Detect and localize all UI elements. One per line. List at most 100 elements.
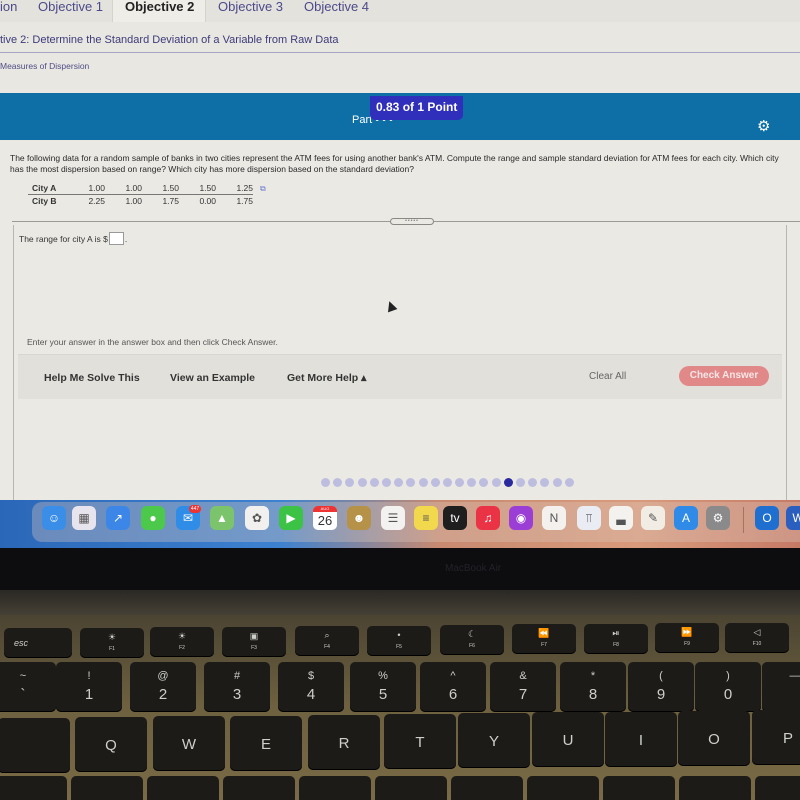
progress-dot[interactable] xyxy=(394,478,404,487)
key-home-row[interactable] xyxy=(755,776,800,800)
key-home-row[interactable] xyxy=(0,776,67,800)
key-home-row[interactable] xyxy=(71,776,143,800)
key-f7[interactable]: ⏪ F7 xyxy=(512,624,576,655)
progress-dot[interactable] xyxy=(406,478,416,487)
key-home-row[interactable] xyxy=(147,776,219,800)
key-f10[interactable]: ◁ F10 xyxy=(725,622,789,653)
key-f3[interactable]: ▣ F3 xyxy=(222,626,286,657)
key-f1[interactable]: ☀ F1 xyxy=(80,628,144,658)
key-6[interactable]: ^ 6 xyxy=(420,662,486,712)
key-r[interactable]: R xyxy=(308,714,380,770)
progress-dot[interactable] xyxy=(430,478,440,487)
settings-gear-icon[interactable]: ⚙ xyxy=(757,119,772,134)
key-home-row[interactable] xyxy=(223,776,295,800)
divider-drag-handle[interactable]: ••••• xyxy=(390,218,434,225)
key-f9[interactable]: ⏩ F9 xyxy=(655,623,719,654)
key-tab[interactable] xyxy=(0,718,70,773)
key-home-row[interactable] xyxy=(299,776,371,800)
progress-dot-current[interactable] xyxy=(503,478,513,487)
dock-podcasts-icon[interactable]: ◉ xyxy=(509,506,533,530)
dock-contacts-icon[interactable]: ☻ xyxy=(347,506,371,530)
key-8[interactable]: * 8 xyxy=(560,662,626,712)
tab-objective-2[interactable]: Objective 2 xyxy=(112,0,206,22)
dock-music-icon[interactable]: ♫ xyxy=(476,506,500,530)
key-home-row[interactable] xyxy=(375,776,447,800)
key-3[interactable]: #3 xyxy=(204,662,270,712)
dock-outlook-icon[interactable]: O xyxy=(755,506,779,530)
key-t[interactable]: T xyxy=(384,714,456,769)
dock-facetime-icon[interactable]: ▶ xyxy=(279,506,303,530)
key-home-row[interactable] xyxy=(679,776,751,800)
key-1[interactable]: ! 1 xyxy=(56,662,122,712)
dock-news-icon[interactable]: N xyxy=(542,506,566,530)
progress-dot[interactable] xyxy=(491,478,501,487)
clear-all-button[interactable]: Clear All xyxy=(589,371,626,382)
tab-objective-3[interactable]: Objective 3 xyxy=(206,0,292,22)
tab-objective-1[interactable]: Objective 1 xyxy=(26,0,112,22)
key-minus[interactable]: — xyxy=(762,662,800,712)
progress-dot[interactable] xyxy=(528,478,538,487)
key-u[interactable]: U xyxy=(532,712,604,768)
dock-pages-icon[interactable]: ✎ xyxy=(641,506,665,530)
key-f2[interactable]: ☀ F2 xyxy=(150,627,214,658)
key-e[interactable]: E xyxy=(230,715,302,771)
copy-data-icon[interactable]: ⧉ xyxy=(260,184,266,194)
progress-dot[interactable] xyxy=(381,478,391,487)
view-example-button[interactable]: View an Example xyxy=(170,372,255,384)
key-4[interactable]: $4 xyxy=(278,662,344,712)
help-me-solve-button[interactable]: Help Me Solve This xyxy=(44,372,140,384)
key-0[interactable]: ) 0 xyxy=(695,662,761,712)
progress-dot[interactable] xyxy=(345,478,355,487)
key-f4[interactable]: ⌕ F4 xyxy=(295,626,359,657)
get-more-help-button[interactable]: Get More Help ▴ xyxy=(287,372,366,384)
key-5[interactable]: % 5 xyxy=(350,662,416,712)
progress-dot[interactable] xyxy=(479,478,489,487)
progress-dot[interactable] xyxy=(467,478,477,487)
progress-dot[interactable] xyxy=(564,478,574,487)
progress-dot[interactable] xyxy=(552,478,562,487)
dock-photos-icon[interactable]: ✿ xyxy=(245,506,269,530)
progress-dot[interactable] xyxy=(321,478,330,487)
key-home-row[interactable] xyxy=(603,776,675,800)
key-esc[interactable]: esc xyxy=(4,628,72,658)
tab-objective-4[interactable]: Objective 4 xyxy=(292,0,392,22)
dock-system-preferences-icon[interactable]: ⚙ xyxy=(706,506,730,530)
dock-tv-icon[interactable]: tv xyxy=(443,506,467,530)
key-9[interactable]: (9 xyxy=(628,662,694,712)
dock-reminders-icon[interactable]: ☰ xyxy=(381,506,405,530)
progress-dot[interactable] xyxy=(455,478,465,487)
key-q[interactable]: Q xyxy=(75,717,147,773)
key-f8[interactable]: ⏯ F8 xyxy=(584,623,648,654)
key-`[interactable]: ~ ` xyxy=(0,662,56,712)
range-answer-input[interactable] xyxy=(108,232,124,245)
key-w[interactable]: W xyxy=(153,716,225,772)
progress-dot[interactable] xyxy=(540,478,550,487)
check-answer-button[interactable]: Check Answer xyxy=(679,366,769,386)
progress-dot[interactable] xyxy=(442,478,452,487)
key-home-row[interactable] xyxy=(451,776,523,800)
dock-safari-icon[interactable]: ↗ xyxy=(106,506,130,530)
progress-dot[interactable] xyxy=(369,478,379,487)
dock-keynote-icon[interactable]: ⫪ xyxy=(577,506,601,530)
dock-maps-icon[interactable]: ▲ xyxy=(210,506,234,530)
progress-dot[interactable] xyxy=(357,478,367,487)
key-f6[interactable]: ☾ F6 xyxy=(440,625,504,655)
dock-finder-icon[interactable]: ☺ xyxy=(42,506,66,530)
key-y[interactable]: Y xyxy=(458,713,530,769)
progress-dot[interactable] xyxy=(516,478,525,487)
key-7[interactable]: & 7 xyxy=(490,662,556,712)
key-home-row[interactable] xyxy=(527,776,599,800)
dock-word-icon[interactable]: W xyxy=(786,506,800,530)
dock-app-store-icon[interactable]: A xyxy=(674,506,698,530)
progress-dot[interactable] xyxy=(418,478,428,487)
key-o[interactable]: O xyxy=(678,710,750,766)
dock-messages-icon[interactable]: ● xyxy=(141,506,165,530)
calendar-day[interactable]: 26 xyxy=(313,512,337,530)
key-i[interactable]: I xyxy=(605,711,677,767)
key-2[interactable]: @2 xyxy=(130,662,196,712)
dock-launchpad-icon[interactable]: ▦ xyxy=(72,506,96,530)
tab-intro[interactable]: ion xyxy=(0,0,26,22)
key-f5[interactable]: • F5 xyxy=(367,625,431,656)
dock-numbers-icon[interactable]: ▃ xyxy=(609,506,633,530)
progress-dot[interactable] xyxy=(333,478,343,487)
